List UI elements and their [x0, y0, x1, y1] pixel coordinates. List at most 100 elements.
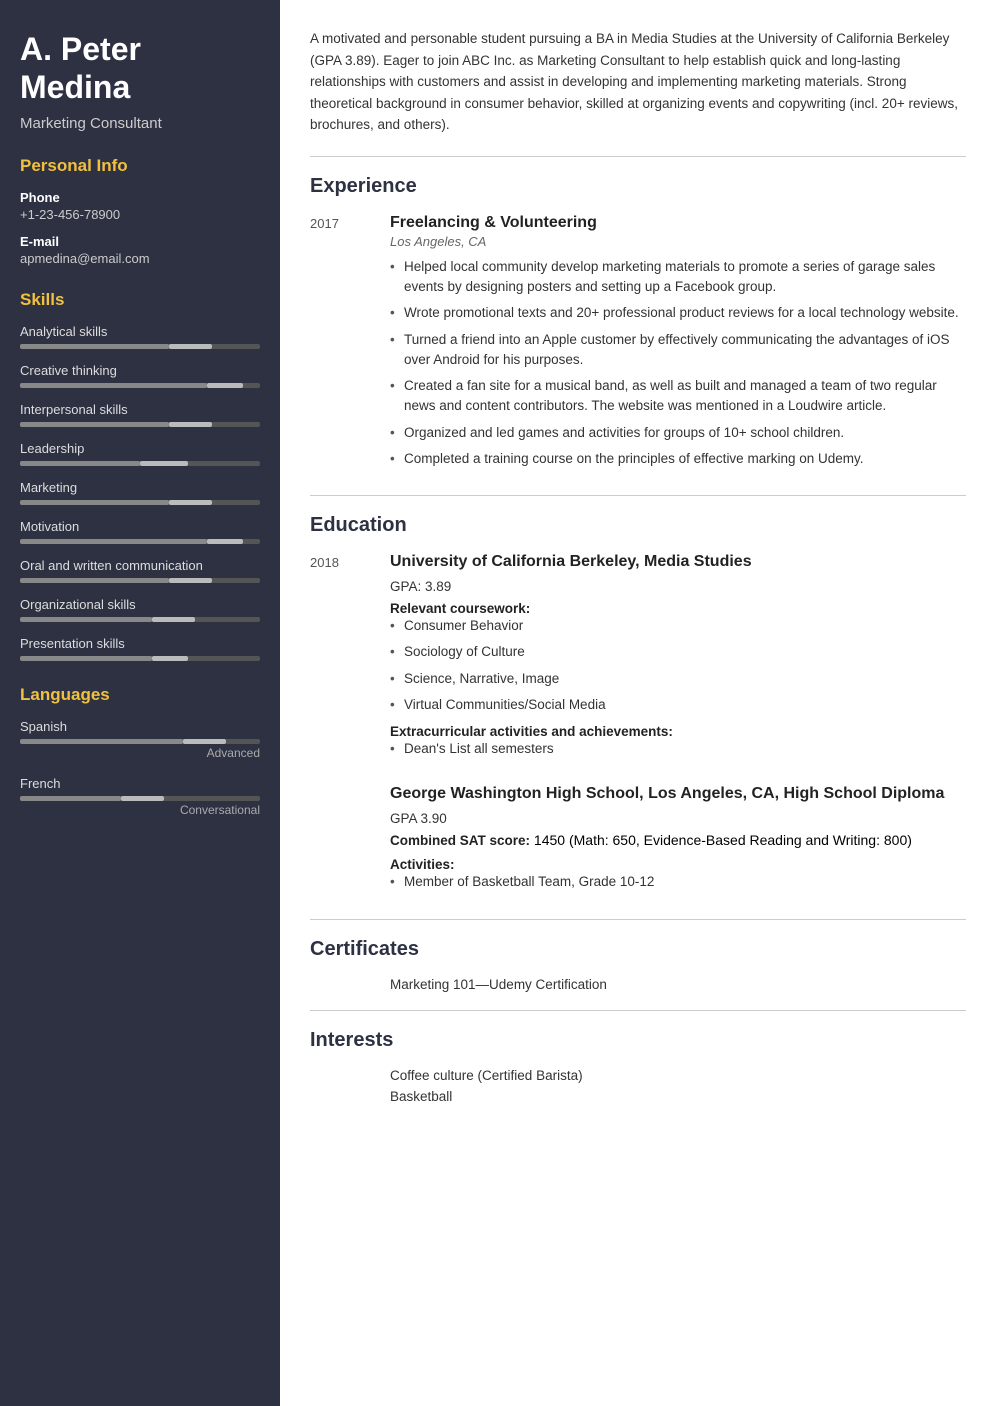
skill-item: Oral and written communication	[20, 558, 260, 583]
edu-gpa: GPA: 3.89	[390, 579, 966, 594]
skill-item: Motivation	[20, 519, 260, 544]
skill-bar	[20, 461, 260, 466]
extra-list: Dean's List all semesters	[390, 739, 966, 759]
list-item: Organized and led games and activities f…	[390, 423, 966, 443]
experience-entries: 2017 Freelancing & Volunteering Los Ange…	[310, 214, 966, 475]
personal-info-title: Personal Info	[20, 156, 260, 176]
interests-title: Interests	[310, 1029, 966, 1052]
skill-bar	[20, 344, 260, 349]
skill-name: Creative thinking	[20, 363, 260, 378]
skill-bar	[20, 383, 260, 388]
language-level: Advanced	[20, 746, 260, 760]
language-item: Spanish Advanced	[20, 719, 260, 760]
main-content: A motivated and personable student pursu…	[280, 0, 996, 1406]
interest-item: Basketball	[390, 1089, 966, 1104]
candidate-name: A. Peter Medina	[20, 30, 260, 107]
language-bar	[20, 796, 260, 801]
candidate-title: Marketing Consultant	[20, 115, 260, 132]
activities-label: Activities:	[390, 856, 966, 872]
edu-gpa: GPA 3.90	[390, 811, 966, 826]
skill-name: Oral and written communication	[20, 558, 260, 573]
email-value: apmedina@email.com	[20, 251, 260, 266]
skill-name: Presentation skills	[20, 636, 260, 651]
extra-label: Extracurricular activities and achieveme…	[390, 723, 966, 739]
skill-item: Creative thinking	[20, 363, 260, 388]
skill-name: Marketing	[20, 480, 260, 495]
entry-content: Freelancing & Volunteering Los Angeles, …	[390, 214, 966, 475]
languages-title: Languages	[20, 685, 260, 705]
list-item: Helped local community develop marketing…	[390, 257, 966, 298]
skill-bar	[20, 539, 260, 544]
interests-list: Coffee culture (Certified Barista) Basket…	[310, 1068, 966, 1104]
skill-item: Analytical skills	[20, 324, 260, 349]
certificates-list: Marketing 101—Udemy Certification	[310, 977, 966, 992]
skill-bar	[20, 500, 260, 505]
languages-list: Spanish Advanced French Conversational	[20, 719, 260, 817]
entry-year	[310, 785, 390, 898]
coursework-list: Consumer Behavior Sociology of Culture Sci…	[390, 616, 966, 715]
skill-name: Interpersonal skills	[20, 402, 260, 417]
language-name: French	[20, 776, 260, 791]
skill-item: Leadership	[20, 441, 260, 466]
education-entry: George Washington High School, Los Angel…	[310, 785, 966, 898]
skill-name: Organizational skills	[20, 597, 260, 612]
list-item: Sociology of Culture	[390, 642, 966, 662]
language-name: Spanish	[20, 719, 260, 734]
list-item: Member of Basketball Team, Grade 10-12	[390, 872, 966, 892]
skill-item: Organizational skills	[20, 597, 260, 622]
skill-name: Analytical skills	[20, 324, 260, 339]
list-item: Science, Narrative, Image	[390, 669, 966, 689]
education-title: Education	[310, 514, 966, 537]
certificate-item: Marketing 101—Udemy Certification	[390, 977, 966, 992]
summary-text: A motivated and personable student pursu…	[310, 28, 966, 136]
skill-bar	[20, 656, 260, 661]
skill-bar	[20, 617, 260, 622]
list-item: Completed a training course on the princ…	[390, 449, 966, 469]
entry-year: 2017	[310, 214, 390, 475]
education-entries: 2018 University of California Berkeley, …	[310, 553, 966, 899]
skill-name: Leadership	[20, 441, 260, 456]
skill-bar	[20, 422, 260, 427]
experience-title: Experience	[310, 175, 966, 198]
coursework-label: Relevant coursework:	[390, 600, 966, 616]
language-level: Conversational	[20, 803, 260, 817]
divider-interests	[310, 1010, 966, 1011]
divider-experience	[310, 156, 966, 157]
phone-value: +1-23-456-78900	[20, 207, 260, 222]
phone-label: Phone	[20, 190, 260, 205]
skill-name: Motivation	[20, 519, 260, 534]
entry-content: George Washington High School, Los Angel…	[390, 785, 966, 898]
skill-item: Marketing	[20, 480, 260, 505]
list-item: Dean's List all semesters	[390, 739, 966, 759]
entry-org: University of California Berkeley, Media…	[390, 553, 966, 571]
skill-item: Presentation skills	[20, 636, 260, 661]
entry-year: 2018	[310, 553, 390, 765]
entry-org: George Washington High School, Los Angel…	[390, 785, 966, 803]
certificates-title: Certificates	[310, 938, 966, 961]
education-entry: 2018 University of California Berkeley, …	[310, 553, 966, 765]
skills-list: Analytical skills Creative thinking Inte…	[20, 324, 260, 661]
language-item: French Conversational	[20, 776, 260, 817]
experience-entry: 2017 Freelancing & Volunteering Los Ange…	[310, 214, 966, 475]
entry-org: Freelancing & Volunteering	[390, 214, 966, 232]
skill-item: Interpersonal skills	[20, 402, 260, 427]
entry-content: University of California Berkeley, Media…	[390, 553, 966, 765]
language-bar	[20, 739, 260, 744]
list-item: Turned a friend into an Apple customer b…	[390, 330, 966, 371]
name-line1: A. Peter	[20, 31, 141, 67]
email-label: E-mail	[20, 234, 260, 249]
interest-item: Coffee culture (Certified Barista)	[390, 1068, 966, 1083]
entry-location: Los Angeles, CA	[390, 234, 966, 249]
sidebar: A. Peter Medina Marketing Consultant Per…	[0, 0, 280, 1406]
divider-certificates	[310, 919, 966, 920]
activities-list: Member of Basketball Team, Grade 10-12	[390, 872, 966, 892]
list-item: Created a fan site for a musical band, a…	[390, 376, 966, 417]
entry-bullets: Helped local community develop marketing…	[390, 257, 966, 469]
skills-title: Skills	[20, 290, 260, 310]
list-item: Virtual Communities/Social Media	[390, 695, 966, 715]
list-item: Wrote promotional texts and 20+ professi…	[390, 303, 966, 323]
name-line2: Medina	[20, 69, 130, 105]
skill-bar	[20, 578, 260, 583]
sat-label: Combined SAT score: 1450 (Math: 650, Evi…	[390, 832, 966, 848]
list-item: Consumer Behavior	[390, 616, 966, 636]
